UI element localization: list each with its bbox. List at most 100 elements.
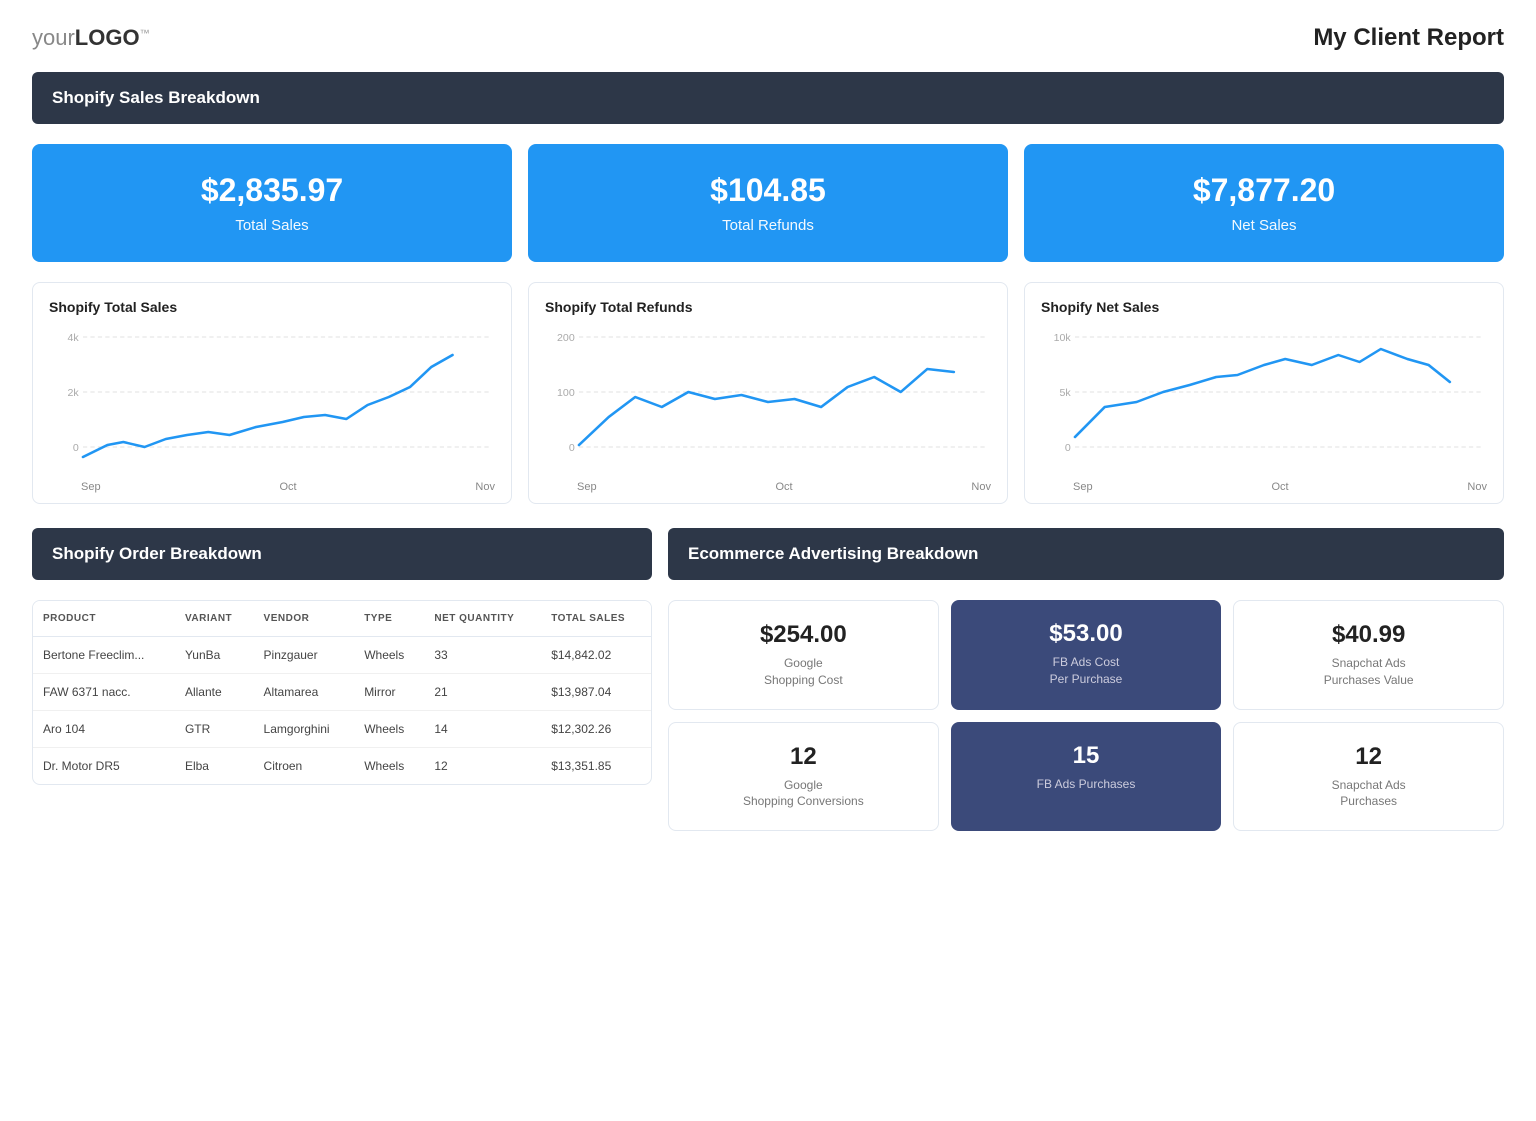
- chart-x-label: Oct: [1271, 481, 1288, 493]
- ecomm-value: 12: [1250, 743, 1487, 771]
- ecomm-label: Snapchat AdsPurchases Value: [1250, 655, 1487, 689]
- table-col-header: Total Sales: [541, 601, 651, 637]
- table-cell-3-1: Elba: [175, 748, 254, 785]
- chart-x-label: Nov: [1467, 481, 1487, 493]
- table-cell-3-0: Dr. Motor DR5: [33, 748, 175, 785]
- ecomm-cards-grid: $254.00 GoogleShopping Cost $53.00FB Ads C…: [668, 600, 1504, 831]
- table-cell-3-2: Citroen: [254, 748, 355, 785]
- table-col-header: Vendor: [254, 601, 355, 637]
- table-header-row: ProductVariantVendorTypeNet QuantityTota…: [33, 601, 651, 637]
- table-cell-2-2: Lamgorghini: [254, 711, 355, 748]
- table-cell-3-4: 12: [424, 748, 541, 785]
- chart-x-labels-1: Sep Oct Nov: [545, 477, 991, 493]
- chart-card-1: Shopify Total Refunds 200 100 0 Sep Oct Nov: [528, 282, 1008, 504]
- logo-bold: LOGO: [75, 25, 140, 50]
- chart-area-0: 4k 2k 0: [49, 327, 495, 477]
- logo-text: your: [32, 25, 75, 50]
- report-title: My Client Report: [1313, 24, 1504, 52]
- svg-text:100: 100: [557, 388, 575, 399]
- table-cell-1-3: Mirror: [354, 674, 424, 711]
- table-cell-0-0: Bertone Freeclim...: [33, 637, 175, 674]
- svg-text:2k: 2k: [68, 388, 80, 399]
- svg-text:0: 0: [569, 443, 575, 454]
- metric-label: Total Sales: [52, 217, 492, 234]
- table-cell-0-2: Pinzgauer: [254, 637, 355, 674]
- table-body: Bertone Freeclim...YunBaPinzgauerWheels3…: [33, 637, 651, 785]
- ecomm-card-2: $40.99 Snapchat AdsPurchases Value: [1233, 600, 1504, 710]
- chart-title-1: Shopify Total Refunds: [545, 299, 991, 315]
- svg-text:0: 0: [73, 443, 79, 454]
- ecomm-section-header: Ecommerce Advertising Breakdown: [668, 528, 1504, 580]
- table-cell-2-3: Wheels: [354, 711, 424, 748]
- table-row: Dr. Motor DR5ElbaCitroenWheels12$13,351.…: [33, 748, 651, 785]
- chart-area-1: 200 100 0: [545, 327, 991, 477]
- ecomm-label: GoogleShopping Cost: [685, 655, 922, 689]
- metric-label: Total Refunds: [548, 217, 988, 234]
- order-section-header: Shopify Order Breakdown: [32, 528, 652, 580]
- ecomm-label: FB Ads Purchases: [967, 776, 1206, 793]
- ecomm-label: Snapchat AdsPurchases: [1250, 777, 1487, 811]
- chart-x-label: Sep: [577, 481, 597, 493]
- table-cell-2-5: $12,302.26: [541, 711, 651, 748]
- metric-card-0: $2,835.97 Total Sales: [32, 144, 512, 262]
- table-cell-0-1: YunBa: [175, 637, 254, 674]
- ecomm-value: $40.99: [1250, 621, 1487, 649]
- order-table: ProductVariantVendorTypeNet QuantityTota…: [33, 601, 651, 784]
- chart-x-label: Oct: [775, 481, 792, 493]
- metric-label: Net Sales: [1044, 217, 1484, 234]
- table-cell-3-3: Wheels: [354, 748, 424, 785]
- chart-area-2: 10k 5k 0: [1041, 327, 1487, 477]
- table-cell-1-4: 21: [424, 674, 541, 711]
- ecomm-card-5: 12 Snapchat AdsPurchases: [1233, 722, 1504, 832]
- table-col-header: Product: [33, 601, 175, 637]
- chart-x-label: Sep: [1073, 481, 1093, 493]
- ecomm-label: FB Ads CostPer Purchase: [967, 654, 1206, 688]
- chart-x-label: Nov: [971, 481, 991, 493]
- table-cell-3-5: $13,351.85: [541, 748, 651, 785]
- chart-title-2: Shopify Net Sales: [1041, 299, 1487, 315]
- chart-x-label: Sep: [81, 481, 101, 493]
- chart-x-labels-0: Sep Oct Nov: [49, 477, 495, 493]
- bottom-row: Shopify Order Breakdown ProductVariantVe…: [32, 528, 1504, 831]
- table-row: FAW 6371 nacc.AllanteAltamareaMirror21$1…: [33, 674, 651, 711]
- table-cell-2-0: Aro 104: [33, 711, 175, 748]
- svg-text:200: 200: [557, 333, 575, 344]
- svg-text:10k: 10k: [1054, 333, 1072, 344]
- metric-cards-row: $2,835.97 Total Sales $104.85 Total Refu…: [32, 144, 1504, 262]
- svg-text:4k: 4k: [68, 333, 80, 344]
- page-header: yourLOGO™ My Client Report: [32, 24, 1504, 52]
- logo: yourLOGO™: [32, 25, 150, 51]
- table-cell-1-1: Allante: [175, 674, 254, 711]
- ecomm-value: 15: [967, 742, 1206, 770]
- ecomm-card-1: $53.00FB Ads CostPer Purchase: [951, 600, 1222, 710]
- table-header: ProductVariantVendorTypeNet QuantityTota…: [33, 601, 651, 637]
- chart-card-0: Shopify Total Sales 4k 2k 0 Sep Oct Nov: [32, 282, 512, 504]
- table-cell-2-1: GTR: [175, 711, 254, 748]
- svg-text:0: 0: [1065, 443, 1071, 454]
- svg-text:5k: 5k: [1060, 388, 1072, 399]
- chart-title-0: Shopify Total Sales: [49, 299, 495, 315]
- chart-x-label: Oct: [279, 481, 296, 493]
- logo-tm: ™: [140, 29, 150, 40]
- metric-card-1: $104.85 Total Refunds: [528, 144, 1008, 262]
- table-cell-0-3: Wheels: [354, 637, 424, 674]
- ecomm-label: GoogleShopping Conversions: [685, 777, 922, 811]
- table-cell-2-4: 14: [424, 711, 541, 748]
- ecomm-value: $254.00: [685, 621, 922, 649]
- chart-card-2: Shopify Net Sales 10k 5k 0 Sep Oct Nov: [1024, 282, 1504, 504]
- metric-value: $104.85: [548, 172, 988, 209]
- table-cell-1-2: Altamarea: [254, 674, 355, 711]
- metric-value: $7,877.20: [1044, 172, 1484, 209]
- table-col-header: Net Quantity: [424, 601, 541, 637]
- table-row: Aro 104GTRLamgorghiniWheels14$12,302.26: [33, 711, 651, 748]
- charts-row: Shopify Total Sales4k2k0SepOctNovShopify…: [32, 282, 1504, 504]
- chart-x-label: Nov: [475, 481, 495, 493]
- table-col-header: Variant: [175, 601, 254, 637]
- table-row: Bertone Freeclim...YunBaPinzgauerWheels3…: [33, 637, 651, 674]
- table-cell-0-4: 33: [424, 637, 541, 674]
- table-cell-1-0: FAW 6371 nacc.: [33, 674, 175, 711]
- ecomm-card-3: 12GoogleShopping Conversions: [668, 722, 939, 832]
- shopify-section-header: Shopify Sales Breakdown: [32, 72, 1504, 124]
- order-breakdown-section: Shopify Order Breakdown ProductVariantVe…: [32, 528, 652, 831]
- chart-x-labels-2: Sep Oct Nov: [1041, 477, 1487, 493]
